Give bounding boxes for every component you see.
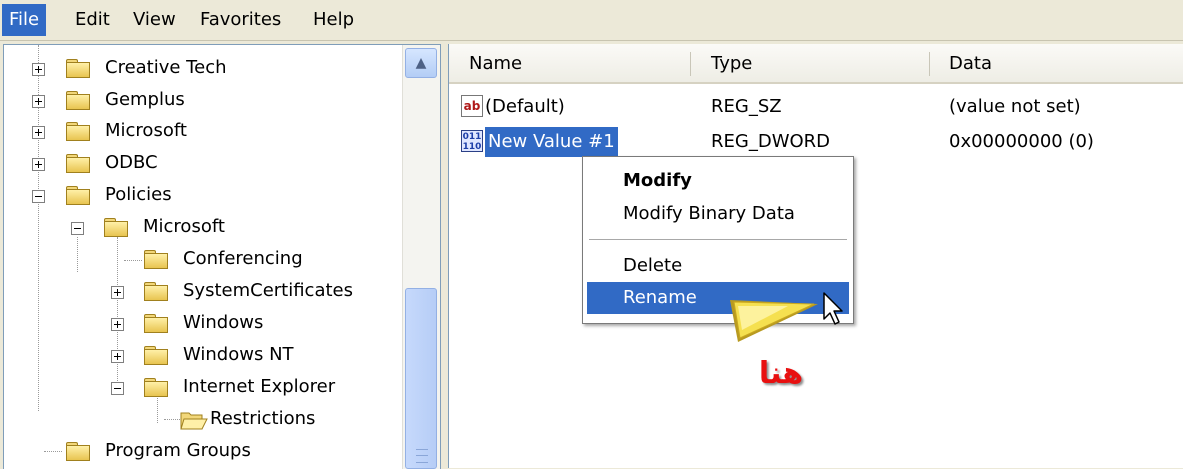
tree-node-label: Program Groups [105,440,251,461]
column-header-type[interactable]: Type [711,44,752,82]
collapse-icon[interactable] [111,382,124,395]
column-divider[interactable] [929,52,930,76]
folder-icon [104,218,128,237]
value-type: REG_SZ [711,96,782,117]
column-header-data[interactable]: Data [949,44,992,82]
value-name: (Default) [485,96,565,117]
table-row[interactable]: ab (Default) REG_SZ (value not set) [449,92,1183,122]
value-type: REG_DWORD [711,131,831,152]
tree-node-label: Policies [105,184,172,205]
folder-icon [144,250,168,269]
tree-node[interactable]: Internet Explorer [4,372,402,404]
folder-icon [66,122,90,141]
mouse-cursor-icon [823,292,843,325]
tree-node-label: Microsoft [105,120,187,141]
tree-node-label: Windows [183,312,264,333]
folder-icon [66,154,90,173]
tree-node[interactable]: SystemCertificates [4,276,402,308]
tree-node[interactable]: Conferencing [4,244,402,276]
collapse-icon[interactable] [32,190,45,203]
menu-item-modify-binary-data[interactable]: Modify Binary Data [587,198,849,230]
expand-icon[interactable] [32,126,45,139]
menu-help[interactable]: Help [306,4,361,36]
folder-icon [144,282,168,301]
string-value-icon: ab [461,95,483,117]
tree-node[interactable]: Gemplus [4,85,402,117]
tree-scrollbar[interactable]: ▲ [402,45,440,469]
folder-icon [66,59,90,78]
tree-node[interactable]: Program Groups [4,436,402,468]
tree-node-label: Creative Tech [105,57,227,78]
tree-node-label: ODBC [105,152,158,173]
tree-node[interactable]: Restrictions [4,404,402,436]
list-header: Name Type Data [449,44,1183,84]
tree-node[interactable]: Windows [4,308,402,340]
open-folder-icon [180,412,208,430]
menu-favorites[interactable]: Favorites [193,4,288,36]
registry-key-tree[interactable]: Creative Tech Gemplus Microsoft ODBC Pol… [3,44,441,469]
tree-node-label: SystemCertificates [183,280,353,301]
folder-icon [144,346,168,365]
expand-icon[interactable] [32,95,45,108]
menu-separator [589,239,847,240]
menu-item-modify[interactable]: Modify [587,165,849,197]
folder-icon [66,186,90,205]
tree-node[interactable]: Windows NT [4,340,402,372]
pointer-arrow-icon [730,300,818,342]
scroll-grip-icon [416,449,428,463]
menu-file[interactable]: File [2,4,47,36]
folder-icon [144,378,168,397]
menu-view[interactable]: View [126,4,183,36]
scroll-up-button[interactable]: ▲ [405,48,437,78]
collapse-icon[interactable] [71,222,84,235]
menu-bar: File Edit View Favorites Help [0,0,1183,41]
menu-edit[interactable]: Edit [68,4,117,36]
tree-node[interactable]: Microsoft [4,212,402,244]
binary-value-icon: 011 110 [461,130,483,152]
value-name-selected[interactable]: New Value #1 [484,126,619,158]
tree-node-label: Microsoft [143,216,225,237]
expand-icon[interactable] [111,350,124,363]
tree-node[interactable]: Policies [4,180,402,212]
expand-icon[interactable] [32,158,45,171]
tree-node[interactable]: Microsoft [4,116,402,148]
tree-node-label: Restrictions [210,408,316,429]
column-divider[interactable] [690,52,691,76]
tree-node[interactable]: ODBC [4,148,402,180]
menu-item-delete[interactable]: Delete [587,250,849,282]
folder-icon [66,442,90,461]
expand-icon[interactable] [111,318,124,331]
value-data: (value not set) [949,96,1081,117]
folder-icon [144,314,168,333]
annotation-label: هنا [758,356,804,391]
expand-icon[interactable] [111,286,124,299]
tree-node-label: Internet Explorer [183,376,336,397]
tree-node-label: Conferencing [183,248,303,269]
scroll-thumb[interactable] [405,288,437,469]
value-data: 0x00000000 (0) [949,131,1094,152]
tree-node[interactable]: Creative Tech [4,53,402,85]
tree-node-label: Gemplus [105,89,185,110]
tree-node-label: Windows NT [183,344,294,365]
expand-icon[interactable] [32,63,45,76]
column-header-name[interactable]: Name [469,44,522,82]
folder-icon [66,91,90,110]
table-row[interactable]: 011 110 New Value #1 REG_DWORD 0x0000000… [449,126,1183,158]
